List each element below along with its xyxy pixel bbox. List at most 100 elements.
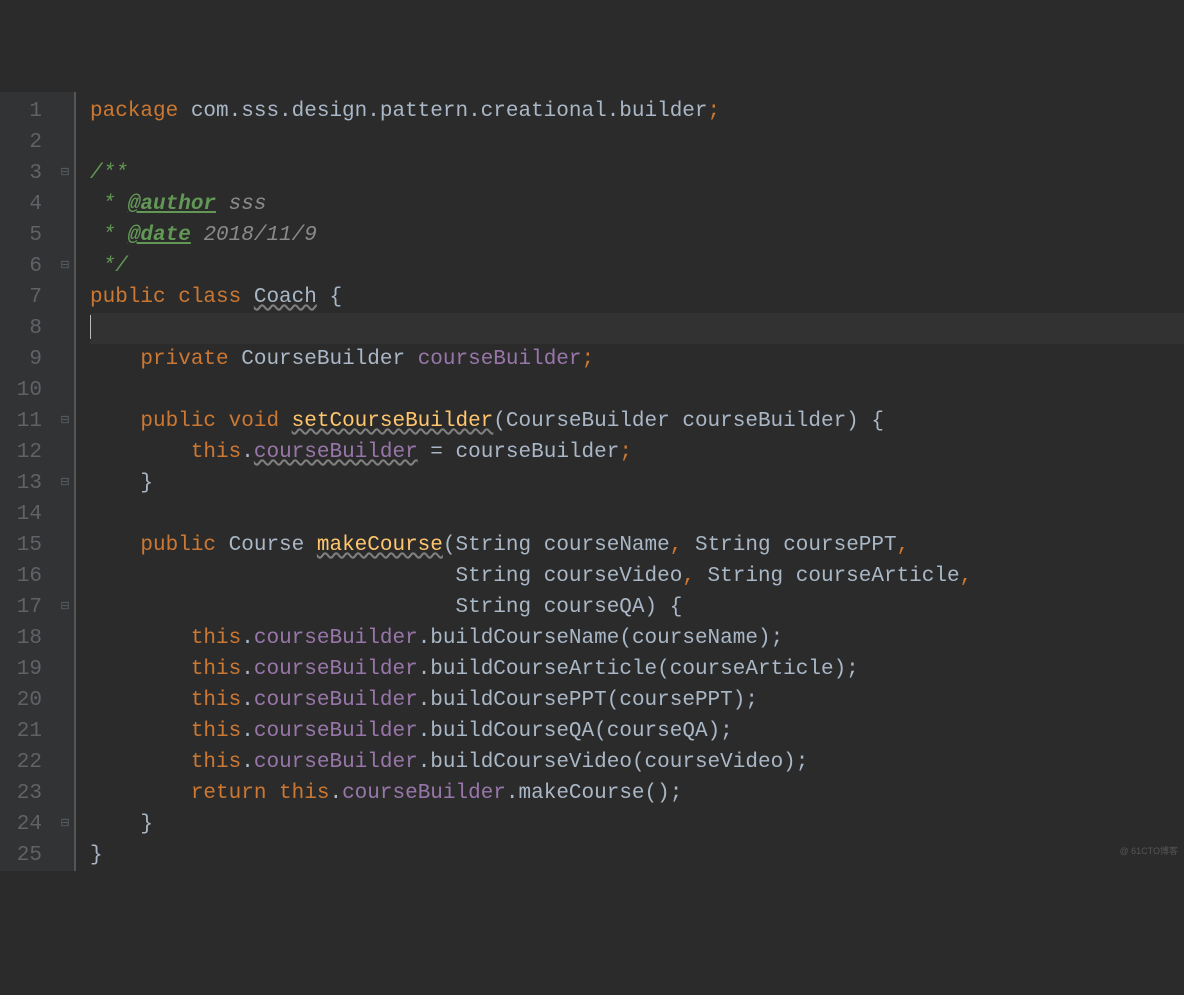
indent bbox=[90, 813, 140, 836]
fold-toggle-icon[interactable]: ⊟ bbox=[56, 406, 74, 437]
line-number[interactable]: 7 bbox=[8, 282, 42, 313]
line-number[interactable]: 8 bbox=[8, 313, 42, 344]
field: courseBuilder bbox=[254, 658, 418, 681]
line-number[interactable]: 12 bbox=[8, 437, 42, 468]
code-line-current[interactable] bbox=[90, 313, 1184, 344]
line-number[interactable]: 2 bbox=[8, 127, 42, 158]
code-line[interactable]: } bbox=[90, 468, 1184, 499]
line-number[interactable]: 25 bbox=[8, 840, 42, 871]
code-line[interactable]: } bbox=[90, 840, 1184, 871]
code-line[interactable]: private CourseBuilder courseBuilder; bbox=[90, 344, 1184, 375]
line-number[interactable]: 22 bbox=[8, 747, 42, 778]
dot: . bbox=[241, 441, 254, 464]
code-line[interactable]: public class Coach { bbox=[90, 282, 1184, 313]
code-line[interactable]: * @date 2018/11/9 bbox=[90, 220, 1184, 251]
code-line[interactable]: String courseQA) { bbox=[90, 592, 1184, 623]
code-line[interactable] bbox=[90, 375, 1184, 406]
line-number[interactable]: 19 bbox=[8, 654, 42, 685]
method-name: makeCourse bbox=[317, 534, 443, 557]
fold-spacer bbox=[56, 561, 74, 592]
paren: ); bbox=[708, 720, 733, 743]
line-number[interactable]: 11 bbox=[8, 406, 42, 437]
code-line[interactable] bbox=[90, 127, 1184, 158]
keyword: this bbox=[191, 720, 241, 743]
line-number[interactable]: 16 bbox=[8, 561, 42, 592]
code-line[interactable]: } bbox=[90, 809, 1184, 840]
package-name: com.sss.design.pattern.creational.builde… bbox=[191, 100, 708, 123]
line-number[interactable]: 23 bbox=[8, 778, 42, 809]
code-line[interactable] bbox=[90, 499, 1184, 530]
param-type: String bbox=[456, 534, 544, 557]
paren: ) { bbox=[645, 596, 683, 619]
line-number-gutter[interactable]: 1234567891011121314151617181920212223242… bbox=[0, 92, 56, 871]
line-number[interactable]: 13 bbox=[8, 468, 42, 499]
keyword: package bbox=[90, 100, 191, 123]
keyword: public bbox=[140, 534, 228, 557]
code-line[interactable]: this.courseBuilder.buildCourseName(cours… bbox=[90, 623, 1184, 654]
indent bbox=[90, 565, 455, 588]
fold-toggle-icon[interactable]: ⊟ bbox=[56, 809, 74, 840]
fold-spacer bbox=[56, 654, 74, 685]
code-line[interactable]: this.courseBuilder.buildCourseVideo(cour… bbox=[90, 747, 1184, 778]
line-number[interactable]: 9 bbox=[8, 344, 42, 375]
paren: ( bbox=[594, 720, 607, 743]
paren: (); bbox=[645, 782, 683, 805]
code-line[interactable]: this.courseBuilder.buildCourseArticle(co… bbox=[90, 654, 1184, 685]
fold-spacer bbox=[56, 685, 74, 716]
javadoc-star: * bbox=[90, 193, 128, 216]
code-line[interactable]: this.courseBuilder.buildCoursePPT(course… bbox=[90, 685, 1184, 716]
brace: { bbox=[317, 286, 342, 309]
fold-toggle-icon[interactable]: ⊟ bbox=[56, 592, 74, 623]
fold-spacer bbox=[56, 375, 74, 406]
code-line[interactable]: package com.sss.design.pattern.creationa… bbox=[90, 96, 1184, 127]
line-number[interactable]: 14 bbox=[8, 499, 42, 530]
line-number[interactable]: 3 bbox=[8, 158, 42, 189]
line-number[interactable]: 4 bbox=[8, 189, 42, 220]
method-name: setCourseBuilder bbox=[292, 410, 494, 433]
line-number[interactable]: 20 bbox=[8, 685, 42, 716]
fold-toggle-icon[interactable]: ⊟ bbox=[56, 251, 74, 282]
fold-toggle-icon[interactable]: ⊟ bbox=[56, 468, 74, 499]
fold-toggle-icon[interactable]: ⊟ bbox=[56, 158, 74, 189]
line-number[interactable]: 5 bbox=[8, 220, 42, 251]
line-number[interactable]: 18 bbox=[8, 623, 42, 654]
code-line[interactable]: */ bbox=[90, 251, 1184, 282]
fold-spacer bbox=[56, 96, 74, 127]
dot: . bbox=[418, 627, 431, 650]
code-line[interactable]: /** bbox=[90, 158, 1184, 189]
line-number[interactable]: 10 bbox=[8, 375, 42, 406]
code-line[interactable]: public Course makeCourse(String courseNa… bbox=[90, 530, 1184, 561]
dot: . bbox=[506, 782, 519, 805]
javadoc-tag: @date bbox=[128, 224, 191, 247]
line-number[interactable]: 21 bbox=[8, 716, 42, 747]
fold-spacer bbox=[56, 189, 74, 220]
indent bbox=[90, 658, 191, 681]
keyword: this bbox=[191, 441, 241, 464]
code-line[interactable]: String courseVideo, String courseArticle… bbox=[90, 561, 1184, 592]
code-line[interactable]: * @author sss bbox=[90, 189, 1184, 220]
code-line[interactable]: public void setCourseBuilder(CourseBuild… bbox=[90, 406, 1184, 437]
fold-spacer bbox=[56, 499, 74, 530]
paren: ( bbox=[443, 534, 456, 557]
line-number[interactable]: 15 bbox=[8, 530, 42, 561]
keyword: return bbox=[191, 782, 279, 805]
arg: courseName bbox=[632, 627, 758, 650]
comma: , bbox=[682, 565, 707, 588]
line-number[interactable]: 24 bbox=[8, 809, 42, 840]
line-number[interactable]: 17 bbox=[8, 592, 42, 623]
line-number[interactable]: 6 bbox=[8, 251, 42, 282]
javadoc-close: */ bbox=[90, 255, 128, 278]
code-line[interactable]: return this.courseBuilder.makeCourse(); bbox=[90, 778, 1184, 809]
fold-gutter[interactable]: ⊟ ⊟ ⊟ ⊟ ⊟ ⊟ bbox=[56, 92, 74, 871]
indent bbox=[90, 596, 455, 619]
code-area[interactable]: package com.sss.design.pattern.creationa… bbox=[76, 92, 1184, 871]
code-line[interactable]: this.courseBuilder = courseBuilder; bbox=[90, 437, 1184, 468]
dot: . bbox=[418, 720, 431, 743]
return-type: Course bbox=[229, 534, 317, 557]
code-line[interactable]: this.courseBuilder.buildCourseQA(courseQ… bbox=[90, 716, 1184, 747]
watermark-text: @ 61CTO博客 bbox=[1120, 836, 1178, 867]
dot: . bbox=[418, 658, 431, 681]
line-number[interactable]: 1 bbox=[8, 96, 42, 127]
param-name: courseArticle bbox=[796, 565, 960, 588]
comma: , bbox=[897, 534, 910, 557]
